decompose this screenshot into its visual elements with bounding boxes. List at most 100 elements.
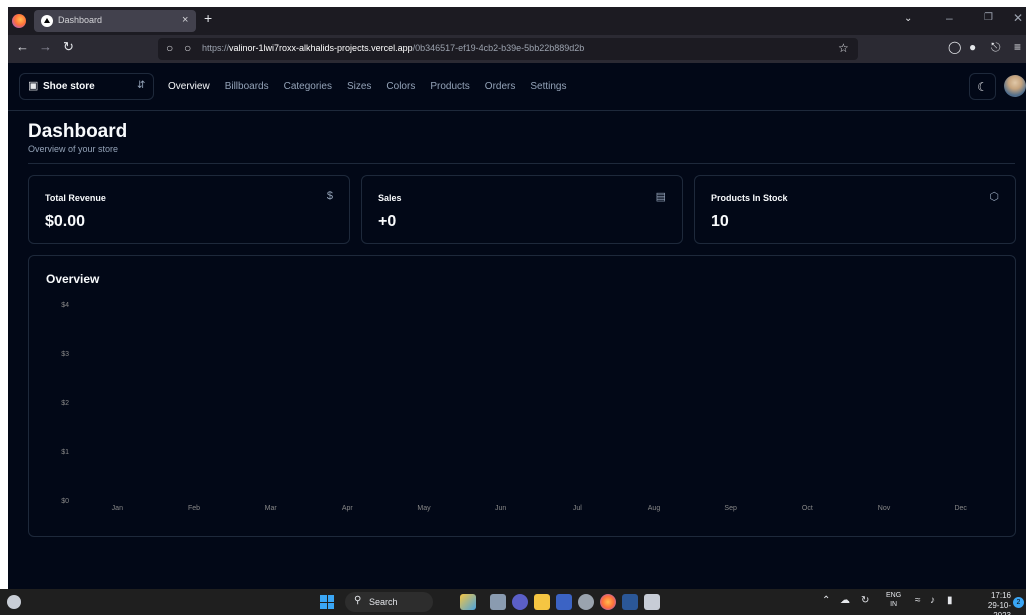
- x-tick-label: May: [417, 505, 431, 512]
- page-subtitle: Overview of your store: [28, 144, 119, 154]
- card-title: Sales: [378, 193, 402, 203]
- bookmark-star-icon[interactable]: ☆: [838, 41, 849, 55]
- x-tick-label: Dec: [954, 505, 967, 512]
- nav-overview[interactable]: Overview: [168, 81, 210, 92]
- nav-billboards[interactable]: Billboards: [225, 81, 269, 92]
- store-icon: ▣: [28, 80, 39, 92]
- weather-icon[interactable]: [7, 595, 21, 609]
- back-arrow-icon[interactable]: ←: [16, 39, 29, 54]
- wifi-icon[interactable]: ≈: [915, 595, 921, 606]
- widgets-app-icon[interactable]: [460, 594, 476, 610]
- y-tick-label: $3: [61, 351, 69, 358]
- y-tick-label: $4: [61, 302, 69, 309]
- nav-settings[interactable]: Settings: [530, 81, 566, 92]
- x-tick-label: Mar: [265, 505, 278, 512]
- theme-toggle-moon-icon[interactable]: ☾: [969, 73, 996, 100]
- new-tab-button[interactable]: +: [204, 10, 212, 26]
- tray-app-icon[interactable]: ↻: [861, 595, 869, 606]
- clock[interactable]: 17:1629-10-2023: [971, 591, 1011, 615]
- x-tick-label: Jul: [573, 505, 582, 512]
- snipping-tool-icon[interactable]: [644, 594, 660, 610]
- divider: [28, 163, 1015, 164]
- x-tick-label: Sep: [724, 505, 737, 512]
- window-close-icon[interactable]: ✕: [1013, 11, 1023, 25]
- nav-products[interactable]: Products: [430, 81, 469, 92]
- menu-icon[interactable]: ≡: [1014, 40, 1021, 54]
- taskbar-search[interactable]: ⚲ Search: [345, 592, 433, 612]
- url-text[interactable]: https://valinor-1lwi7roxx-alkhalids-proj…: [202, 43, 584, 53]
- total-revenue-card: Total Revenue $ $0.00: [28, 175, 350, 244]
- battery-icon[interactable]: ▮: [947, 595, 953, 606]
- x-tick-label: Jan: [112, 505, 123, 512]
- store-switcher[interactable]: ▣ Shoe store ⇵: [19, 73, 154, 100]
- tab-dashboard[interactable]: Dashboard ×: [34, 10, 196, 32]
- x-tick-label: Nov: [878, 505, 891, 512]
- forward-arrow-icon[interactable]: →: [39, 39, 52, 54]
- browser-window: Dashboard × + ⌄ – ❐ ✕ ← → ↻ ○ ○ https://…: [8, 7, 1026, 589]
- language-indicator[interactable]: ENG IN: [886, 591, 901, 609]
- nav-colors[interactable]: Colors: [386, 81, 415, 92]
- tab-close-icon[interactable]: ×: [182, 14, 188, 26]
- tracking-shield-icon[interactable]: ○: [166, 41, 173, 55]
- extensions-icon[interactable]: ⎋: [991, 40, 1001, 55]
- minimize-icon[interactable]: –: [946, 11, 953, 25]
- settings-gear-icon[interactable]: [578, 594, 594, 610]
- x-tick-label: Jun: [495, 505, 506, 512]
- file-explorer-icon[interactable]: [534, 594, 550, 610]
- show-hidden-icons-chevron-icon[interactable]: ⌃: [822, 595, 830, 606]
- windows-start-icon[interactable]: [320, 595, 334, 609]
- list-tabs-chevron-icon[interactable]: ⌄: [904, 13, 912, 24]
- vercel-favicon-icon: [41, 15, 53, 27]
- main-nav: Overview Billboards Categories Sizes Col…: [168, 81, 582, 92]
- card-title: Products In Stock: [711, 193, 788, 203]
- page-title: Dashboard: [28, 121, 128, 142]
- overview-bar-chart: $0 $1 $2 $3 $4 Jan Feb Mar Apr May Jun Jul Aug Sep Oct…: [61, 302, 967, 512]
- firefox-logo-icon[interactable]: [12, 14, 26, 28]
- sales-card: Sales ▤ +0: [361, 175, 683, 244]
- teams-chat-icon[interactable]: [512, 594, 528, 610]
- user-avatar[interactable]: [1004, 75, 1026, 97]
- task-view-icon[interactable]: [490, 594, 506, 610]
- word-icon[interactable]: [622, 594, 638, 610]
- x-tick-label: Oct: [802, 505, 813, 512]
- volume-icon[interactable]: ♪: [930, 595, 935, 606]
- firefox-taskbar-icon[interactable]: [600, 594, 616, 610]
- tab-bar: Dashboard × + ⌄ – ❐ ✕: [8, 7, 1026, 35]
- y-tick-label: $2: [61, 400, 69, 407]
- y-tick-label: $1: [61, 449, 69, 456]
- overview-chart-card: $0 $1 $2 $3 $4 Jan Feb Mar Apr May Jun Jul Aug Sep Oct…: [28, 255, 1016, 537]
- y-tick-label: $0: [61, 498, 69, 505]
- restore-icon[interactable]: ❐: [984, 12, 993, 23]
- nav-sizes[interactable]: Sizes: [347, 81, 371, 92]
- search-icon: ⚲: [354, 595, 362, 606]
- x-tick-label: Apr: [342, 505, 354, 512]
- dollar-icon: $: [326, 190, 333, 202]
- card-value: $0.00: [45, 213, 86, 230]
- store-name: Shoe store: [43, 81, 95, 92]
- lock-icon[interactable]: ○: [184, 41, 191, 55]
- nav-orders[interactable]: Orders: [485, 81, 516, 92]
- reload-icon[interactable]: ↻: [63, 39, 74, 55]
- x-tick-label: Feb: [188, 505, 200, 512]
- credit-card-icon: ▤: [655, 191, 666, 203]
- tab-title: Dashboard: [58, 15, 103, 25]
- notification-badge[interactable]: 2: [1013, 597, 1024, 608]
- chart-title: Overview: [46, 272, 100, 286]
- address-bar[interactable]: ○ ○ https://valinor-1lwi7roxx-alkhalids-…: [158, 38, 858, 60]
- pocket-icon[interactable]: ◯: [948, 40, 961, 54]
- taskbar: ⚲ Search ⌃ ☁ ↻ ENGIN ≈ ♪ ▮ 17:1629-10-20…: [0, 589, 1026, 615]
- chevrons-up-down-icon: ⇵: [137, 80, 146, 91]
- editor-app-icon[interactable]: [556, 594, 572, 610]
- search-label: Search: [369, 597, 398, 607]
- onedrive-cloud-icon[interactable]: ☁: [840, 595, 850, 606]
- products-in-stock-card: Products In Stock ⬡ 10: [694, 175, 1016, 244]
- account-icon[interactable]: ●: [969, 40, 976, 54]
- card-value: 10: [711, 213, 729, 230]
- app-header: ▣ Shoe store ⇵ Overview Billboards Categ…: [8, 63, 1026, 111]
- card-value: +0: [378, 213, 397, 230]
- navigation-toolbar: ← → ↻ ○ ○ https://valinor-1lwi7roxx-alkh…: [8, 35, 1026, 63]
- package-icon: ⬡: [989, 191, 999, 203]
- card-title: Total Revenue: [45, 193, 106, 203]
- nav-categories[interactable]: Categories: [284, 81, 332, 92]
- x-tick-label: Aug: [648, 505, 661, 512]
